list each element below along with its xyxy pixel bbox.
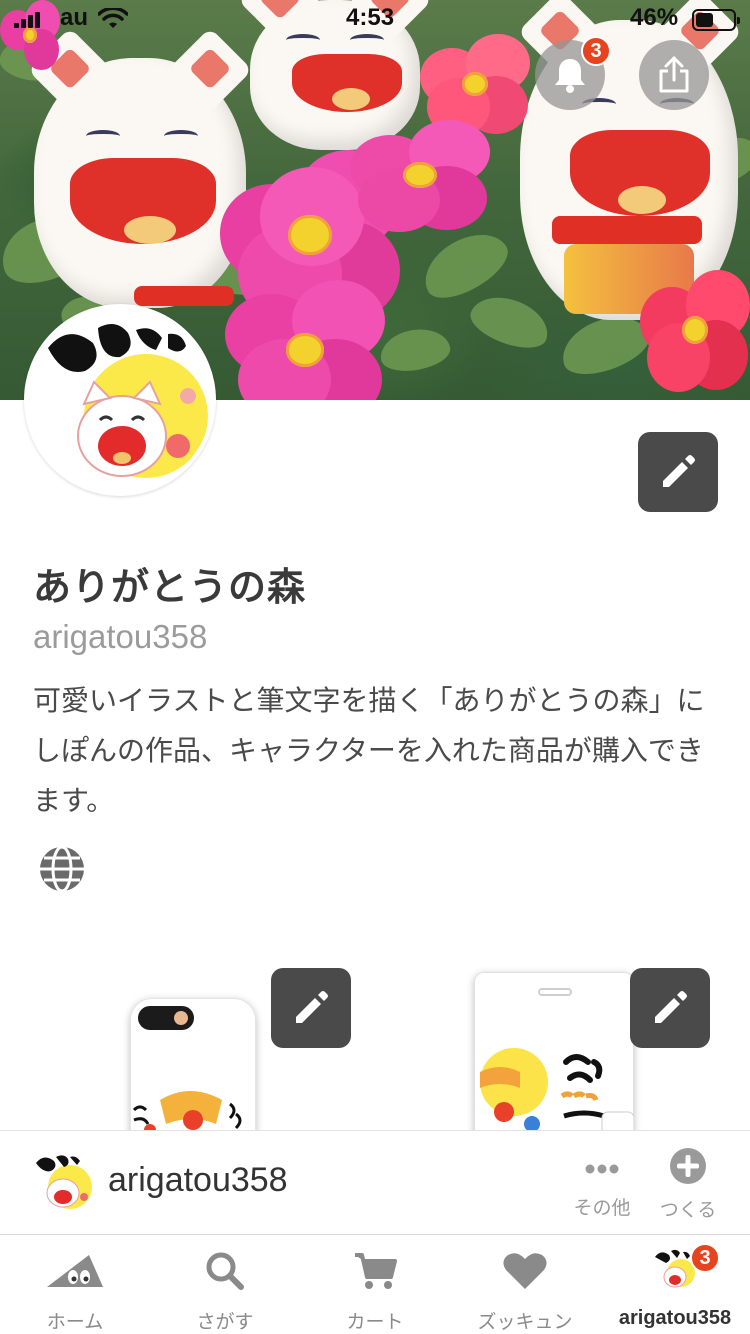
plus-circle-icon [670,1148,706,1184]
tab-bar: ホーム さがす カート ズッキュン 3 arigatou358 [0,1234,750,1334]
maneki-neko-logo [28,308,212,492]
shop-bar-name[interactable]: arigatou358 [108,1161,288,1200]
home-icon [47,1255,103,1287]
tab-profile[interactable]: 3 arigatou358 [600,1235,750,1334]
tab-favorites[interactable]: ズッキュン [450,1235,600,1334]
profile-avatar[interactable] [24,304,216,496]
share-button[interactable] [639,40,709,110]
notifications-button[interactable]: 3 [535,36,611,110]
wifi-icon [98,8,128,28]
profile-badge: 3 [690,1243,720,1273]
share-icon [659,56,689,93]
tab-label: さがす [196,1311,254,1333]
more-label: その他 [573,1197,631,1219]
pencil-icon [663,455,695,487]
notification-badge: 3 [581,36,611,66]
battery-percent: 46% [630,4,679,31]
shop-handle: arigatou358 [33,618,208,655]
globe-icon[interactable] [37,844,87,894]
shop-description: 可愛いイラストと筆文字を描く「ありがとうの森」にしぽんの作品、キャラクターを入れ… [33,684,705,817]
shop-name: ありがとうの森 [33,565,307,609]
tab-cart[interactable]: カート [300,1235,450,1334]
cart-icon [355,1253,397,1289]
tab-label: arigatou358 [618,1307,732,1329]
more-dots-icon [585,1164,619,1174]
create-label: つくる [659,1199,717,1221]
clock: 4:53 [346,4,395,31]
shop-avatar[interactable] [30,1149,94,1213]
tab-label: ホーム [46,1311,104,1333]
shop-bar: arigatou358 その他 つくる [0,1130,750,1234]
tab-label: カート [346,1311,404,1333]
create-button[interactable]: つくる [648,1147,728,1222]
battery-icon [692,9,740,31]
search-icon [206,1252,244,1290]
tab-search[interactable]: さがす [150,1235,300,1334]
more-button[interactable]: その他 [562,1147,642,1220]
pencil-icon [296,991,328,1023]
status-bar: au 4:53 46% [0,0,750,40]
signal-icon [14,12,40,28]
edit-product-button[interactable] [630,968,710,1048]
bell-icon [555,59,585,93]
edit-product-button[interactable] [271,968,351,1048]
heart-icon [503,1253,547,1289]
maneki-neko-logo [30,1149,94,1213]
tab-home[interactable]: ホーム [0,1235,150,1334]
carrier-label: au [60,4,89,31]
edit-profile-button[interactable] [638,432,718,512]
pencil-icon [655,991,687,1023]
tab-label: ズッキュン [477,1311,573,1333]
